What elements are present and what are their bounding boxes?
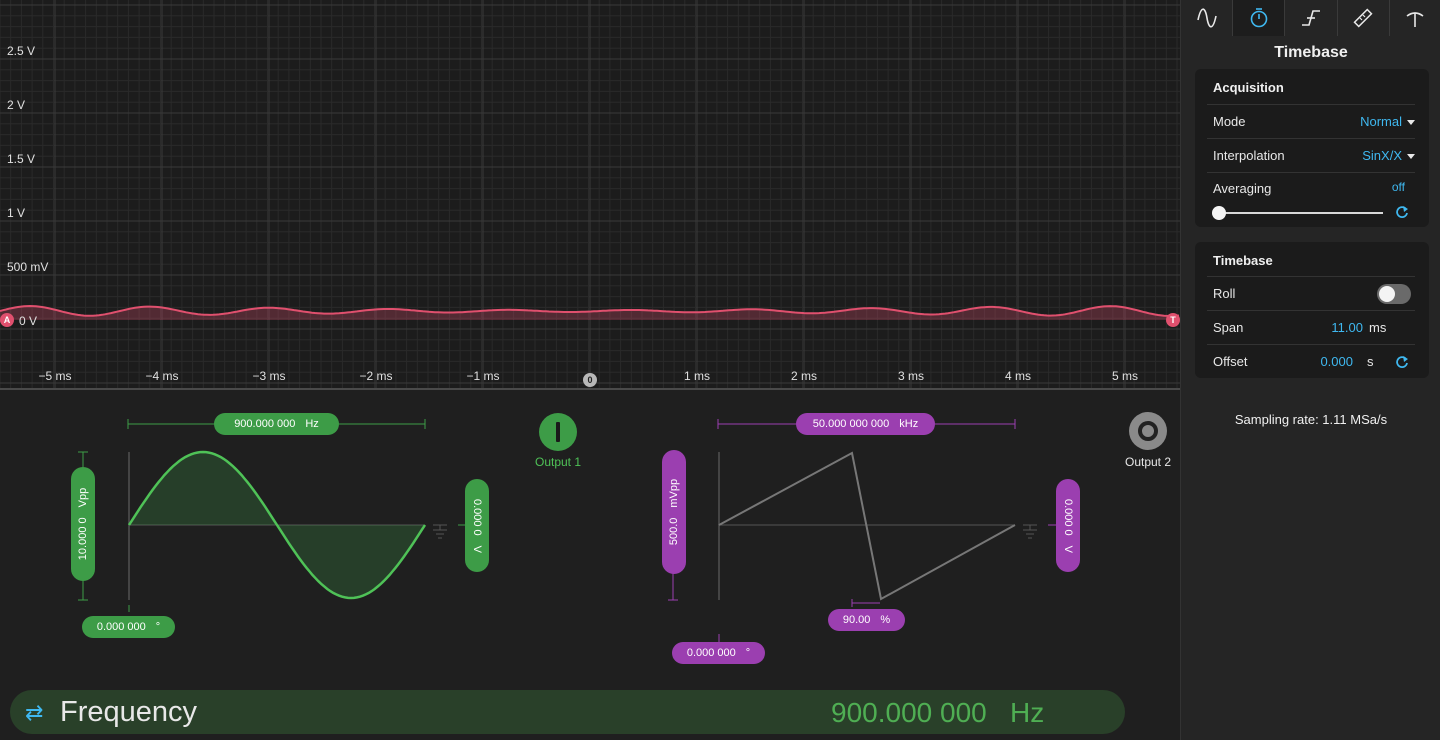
span-label: Span [1213, 320, 1244, 335]
x-axis-label: 1 ms [683, 369, 711, 383]
stopwatch-icon [1250, 8, 1268, 28]
timebase-card: Timebase Roll Span 11.00 ms Offset 0.000… [1195, 242, 1429, 378]
offset-input[interactable]: 0.000 [1320, 354, 1353, 369]
time-zero-marker[interactable]: 0 [583, 373, 597, 387]
output1-offset-field[interactable]: 0.000 0 V [465, 479, 489, 572]
reset-icon[interactable] [1395, 355, 1409, 369]
x-axis-label: −4 ms [145, 369, 179, 383]
toggle-knob [1379, 286, 1395, 302]
sine-wave-icon [1196, 8, 1217, 28]
roll-label: Roll [1213, 286, 1236, 301]
tab-generator[interactable] [1181, 0, 1234, 36]
acquisition-card: Acquisition Mode Normal Interpolation Si… [1195, 69, 1429, 227]
output1-toggle-button[interactable] [539, 413, 577, 451]
offset-unit: s [1367, 354, 1374, 369]
panel-tabs [1181, 0, 1440, 36]
trigger-edge-icon [1302, 10, 1320, 26]
averaging-label: Averaging [1213, 181, 1272, 196]
averaging-value: off [1391, 180, 1405, 194]
interpolation-row: Interpolation SinX/X [1207, 138, 1415, 172]
scope-display[interactable]: 2.5 V 2 V 1.5 V 1 V 500 mV 0 V −5 ms −4 … [0, 0, 1180, 388]
acquisition-title: Acquisition [1213, 80, 1284, 95]
x-axis-label: 5 ms [1111, 369, 1139, 383]
chevron-down-icon [1407, 120, 1415, 126]
frequency-entry-bar[interactable]: ⇄ Frequency 900.000 000 Hz [10, 690, 1125, 734]
x-axis-label: −1 ms [466, 369, 500, 383]
output2-label: Output 2 [1124, 455, 1172, 469]
x-axis-label: 3 ms [897, 369, 925, 383]
scope-grid [0, 0, 1180, 388]
output1-phase-field[interactable]: 0.000 000 ° [82, 616, 175, 638]
swap-icon[interactable]: ⇄ [25, 700, 43, 726]
oscilloscope-app: 2.5 V 2 V 1.5 V 1 V 500 mV 0 V −5 ms −4 … [0, 0, 1440, 740]
tab-probe[interactable] [1390, 0, 1440, 36]
output1-frequency-field[interactable]: 900.000 000 Hz [214, 413, 339, 435]
panel-title: Timebase [1274, 44, 1348, 61]
mode-label: Mode [1213, 114, 1246, 129]
power-on-icon [556, 422, 560, 442]
power-off-icon [1138, 421, 1158, 441]
chevron-down-icon [1407, 154, 1415, 160]
averaging-slider-track[interactable] [1219, 212, 1383, 214]
output2-phase-field[interactable]: 0.000 000 ° [672, 642, 765, 664]
frequency-bar-unit: Hz [1010, 697, 1045, 728]
offset-row: Offset 0.000 s [1207, 344, 1415, 378]
timebase-title: Timebase [1213, 253, 1273, 268]
roll-row: Roll [1207, 276, 1415, 310]
output2-amplitude-field[interactable]: 500.0 mVpp [662, 450, 686, 574]
x-axis-label: 4 ms [1004, 369, 1032, 383]
roll-toggle[interactable] [1377, 284, 1411, 304]
span-input[interactable]: 11.00 [1331, 320, 1363, 335]
mode-row: Mode Normal [1207, 104, 1415, 138]
antenna-icon [1406, 12, 1424, 27]
trigger-marker[interactable]: T [1166, 313, 1180, 327]
function-generator: 900.000 000 Hz 10.000 0 Vpp 0.000 0 V 0.… [0, 390, 1180, 740]
output2-frequency-field[interactable]: 50.000 000 000 kHz [796, 413, 935, 435]
y-axis-label: 1 V [7, 206, 26, 220]
y-axis-label: 2.5 V [7, 44, 36, 58]
interpolation-dropdown[interactable]: SinX/X [1362, 148, 1415, 163]
sampling-rate-text: Sampling rate: 1.11 MSa/s [1234, 412, 1388, 427]
ruler-icon [1353, 8, 1373, 28]
x-axis-label: 2 ms [790, 369, 818, 383]
waveform-preview [78, 419, 1056, 642]
offset-label: Offset [1213, 354, 1248, 369]
frequency-bar-value[interactable]: 900.000 000 [831, 697, 987, 729]
channel-a-marker[interactable]: A [0, 313, 14, 327]
tab-measure[interactable] [1338, 0, 1390, 36]
output1-label: Output 1 [534, 455, 582, 469]
sawtooth-wave-trace [718, 451, 1016, 601]
output2-symmetry-field[interactable]: 90.00 % [828, 609, 905, 631]
y-axis-label: 500 mV [7, 260, 49, 274]
reset-icon[interactable] [1395, 205, 1409, 219]
y-axis-label: 1.5 V [7, 152, 36, 166]
output2-offset-field[interactable]: 0.000 0 V [1056, 479, 1080, 572]
output1-amplitude-field[interactable]: 10.000 0 Vpp [71, 467, 95, 581]
frequency-bar-label: Frequency [60, 696, 198, 728]
averaging-row: Averaging off [1207, 172, 1415, 224]
mode-dropdown[interactable]: Normal [1360, 114, 1415, 129]
output2-toggle-button[interactable] [1129, 412, 1167, 450]
x-axis-label: −2 ms [359, 369, 393, 383]
interpolation-label: Interpolation [1213, 148, 1285, 163]
tab-trigger[interactable] [1285, 0, 1338, 36]
y-axis-label: 2 V [7, 98, 26, 112]
y-axis-label: 0 V [19, 314, 38, 328]
span-row: Span 11.00 ms [1207, 310, 1415, 344]
span-unit: ms [1369, 320, 1387, 335]
x-axis-label: −5 ms [38, 369, 72, 383]
tab-timebase[interactable] [1233, 0, 1286, 36]
averaging-slider-handle[interactable] [1212, 206, 1226, 220]
x-axis-label: −3 ms [252, 369, 286, 383]
settings-panel: Timebase Acquisition Mode Normal Interpo… [1180, 0, 1440, 740]
